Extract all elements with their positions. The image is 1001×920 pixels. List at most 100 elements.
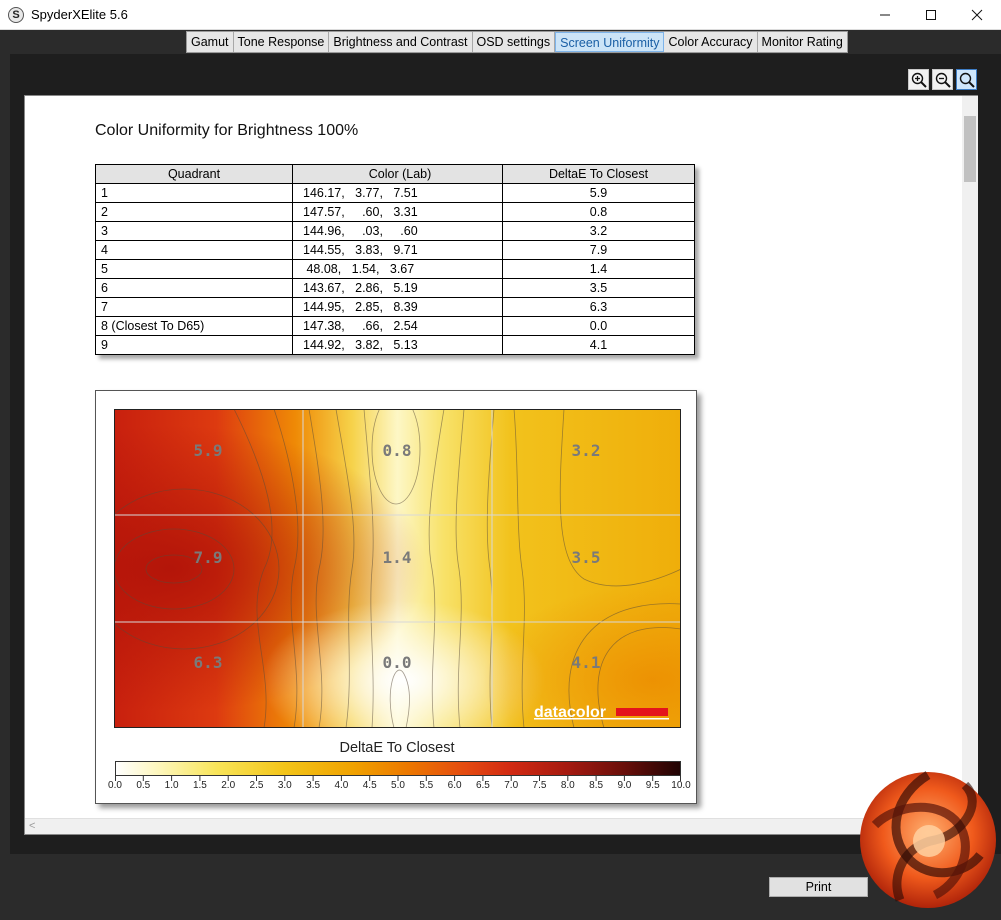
cell-quadrant: 3 — [95, 221, 293, 241]
maximize-button[interactable] — [908, 0, 954, 30]
cell-lab: 144.95, 2.85, 8.39 — [292, 297, 503, 317]
cell-deltae: 3.2 — [502, 221, 695, 241]
legend-label: 1.5 — [192, 780, 207, 791]
minimize-button[interactable] — [862, 0, 908, 30]
cell-lab: 146.17, 3.77, 7.51 — [292, 183, 503, 203]
cell-quadrant: 8 (Closest To D65) — [95, 316, 293, 336]
table-row: 4 144.55, 3.83, 9.71 7.9 — [95, 240, 695, 260]
brand-logo-icon — [860, 771, 996, 908]
cell-lab: 143.67, 2.86, 5.19 — [292, 278, 503, 298]
cell-deltae: 7.9 — [502, 240, 695, 260]
cell-lab: 144.92, 3.82, 5.13 — [292, 335, 503, 355]
legend-label: 8.5 — [589, 780, 604, 791]
legend-label: 6.0 — [447, 780, 462, 791]
tab-tone-response[interactable]: Tone Response — [234, 32, 330, 52]
cell-quadrant: 7 — [95, 297, 293, 317]
zoom-out-button[interactable] — [932, 69, 953, 90]
app-icon: S — [8, 7, 24, 23]
cell-deltae: 3.5 — [502, 278, 695, 298]
table-row: 6 143.67, 2.86, 5.19 3.5 — [95, 278, 695, 298]
cell-lab: 48.08, 1.54, 3.67 — [292, 259, 503, 279]
legend-label: 7.5 — [532, 780, 547, 791]
tab-screen-uniformity[interactable]: Screen Uniformity — [555, 32, 665, 52]
horizontal-scrollbar[interactable]: < — [25, 818, 962, 834]
cell-deltae: 0.0 — [502, 316, 695, 336]
tab-monitor-rating[interactable]: Monitor Rating — [758, 32, 847, 52]
legend-label: 2.5 — [249, 780, 264, 791]
tab-gamut[interactable]: Gamut — [187, 32, 234, 52]
table-row: 8 (Closest To D65) 147.38, .66, 2.54 0.0 — [95, 316, 695, 336]
legend-label: 3.0 — [277, 780, 292, 791]
print-button[interactable]: Print — [769, 877, 868, 897]
header-deltae: DeltaE To Closest — [502, 164, 695, 184]
cell-quadrant: 5 — [95, 259, 293, 279]
header-color-lab: Color (Lab) — [292, 164, 503, 184]
zoom-fit-button[interactable] — [956, 69, 977, 90]
legend-label: 5.5 — [419, 780, 434, 791]
legend-label: 2.0 — [221, 780, 236, 791]
heatmap-value: 0.0 — [383, 653, 412, 672]
cell-lab: 147.38, .66, 2.54 — [292, 316, 503, 336]
legend-label: 8.0 — [560, 780, 575, 791]
legend-label: 9.0 — [617, 780, 632, 791]
legend-label: 5.0 — [391, 780, 405, 791]
heatmap-value: 0.8 — [383, 441, 412, 460]
datacolor-underline — [534, 718, 669, 720]
table-row: 2 147.57, .60, 3.31 0.8 — [95, 202, 695, 222]
vertical-scrollbar[interactable] — [962, 96, 978, 818]
tab-brightness-contrast[interactable]: Brightness and Contrast — [329, 32, 473, 52]
cell-quadrant: 9 — [95, 335, 293, 355]
heatmap-value: 6.3 — [194, 653, 223, 672]
cell-deltae: 0.8 — [502, 202, 695, 222]
report-title: Color Uniformity for Brightness 100% — [95, 122, 359, 139]
zoom-toolbar — [908, 69, 977, 90]
zoom-out-icon — [935, 72, 951, 88]
legend-label: 6.5 — [475, 780, 490, 791]
legend-label: 4.5 — [362, 780, 377, 791]
close-icon — [971, 9, 983, 21]
tab-osd-settings[interactable]: OSD settings — [473, 32, 556, 52]
cell-deltae: 5.9 — [502, 183, 695, 203]
legend-label: 1.0 — [164, 780, 179, 791]
maximize-icon — [926, 10, 936, 20]
legend-label: 7.0 — [504, 780, 519, 791]
datacolor-bar — [616, 708, 668, 716]
table-header-row: Quadrant Color (Lab) DeltaE To Closest — [95, 164, 695, 184]
legend-title: DeltaE To Closest — [339, 740, 455, 756]
window-title: SpyderXElite 5.6 — [31, 7, 128, 22]
cell-quadrant: 2 — [95, 202, 293, 222]
heatmap-value: 1.4 — [383, 548, 412, 567]
scrollbar-thumb[interactable] — [964, 116, 976, 182]
close-button[interactable] — [954, 0, 1000, 30]
uniformity-table: Quadrant Color (Lab) DeltaE To Closest 1… — [95, 164, 695, 355]
cell-lab: 144.96, .03, .60 — [292, 221, 503, 241]
cell-quadrant: 4 — [95, 240, 293, 260]
header-quadrant: Quadrant — [95, 164, 293, 184]
heatmap-value: 5.9 — [194, 441, 223, 460]
table-row: 7 144.95, 2.85, 8.39 6.3 — [95, 297, 695, 317]
table-row: 5 48.08, 1.54, 3.67 1.4 — [95, 259, 695, 279]
cell-lab: 147.57, .60, 3.31 — [292, 202, 503, 222]
legend-labels: 0.0 0.5 1.0 1.5 2.0 2.5 3.0 3.5 4.0 4.5 5.0 5.5 6.0 6… — [96, 780, 698, 794]
legend-label: 0.5 — [136, 780, 151, 791]
cell-quadrant: 1 — [95, 183, 293, 203]
title-bar: S SpyderXElite 5.6 — [0, 0, 1001, 30]
minimize-icon — [880, 14, 890, 16]
heatmap-value: 3.5 — [572, 548, 601, 567]
table-row: 1 146.17, 3.77, 7.51 5.9 — [95, 183, 695, 203]
heatmap-value: 7.9 — [194, 548, 223, 567]
zoom-in-button[interactable] — [908, 69, 929, 90]
table-row: 3 144.96, .03, .60 3.2 — [95, 221, 695, 241]
cell-quadrant: 6 — [95, 278, 293, 298]
legend-color-scale — [115, 761, 681, 776]
legend-label: 3.5 — [306, 780, 321, 791]
cell-deltae: 1.4 — [502, 259, 695, 279]
zoom-in-icon — [911, 72, 927, 88]
cell-lab: 144.55, 3.83, 9.71 — [292, 240, 503, 260]
uniformity-heatmap: 5.9 0.8 3.2 7.9 1.4 3.5 6.3 0.0 4.1 data… — [114, 409, 681, 728]
scroll-left-icon[interactable]: < — [29, 820, 35, 832]
table-row: 9 144.92, 3.82, 5.13 4.1 — [95, 335, 695, 355]
tab-color-accuracy[interactable]: Color Accuracy — [664, 32, 758, 52]
legend-label: 9.5 — [645, 780, 660, 791]
heatmap-value: 4.1 — [572, 653, 601, 672]
